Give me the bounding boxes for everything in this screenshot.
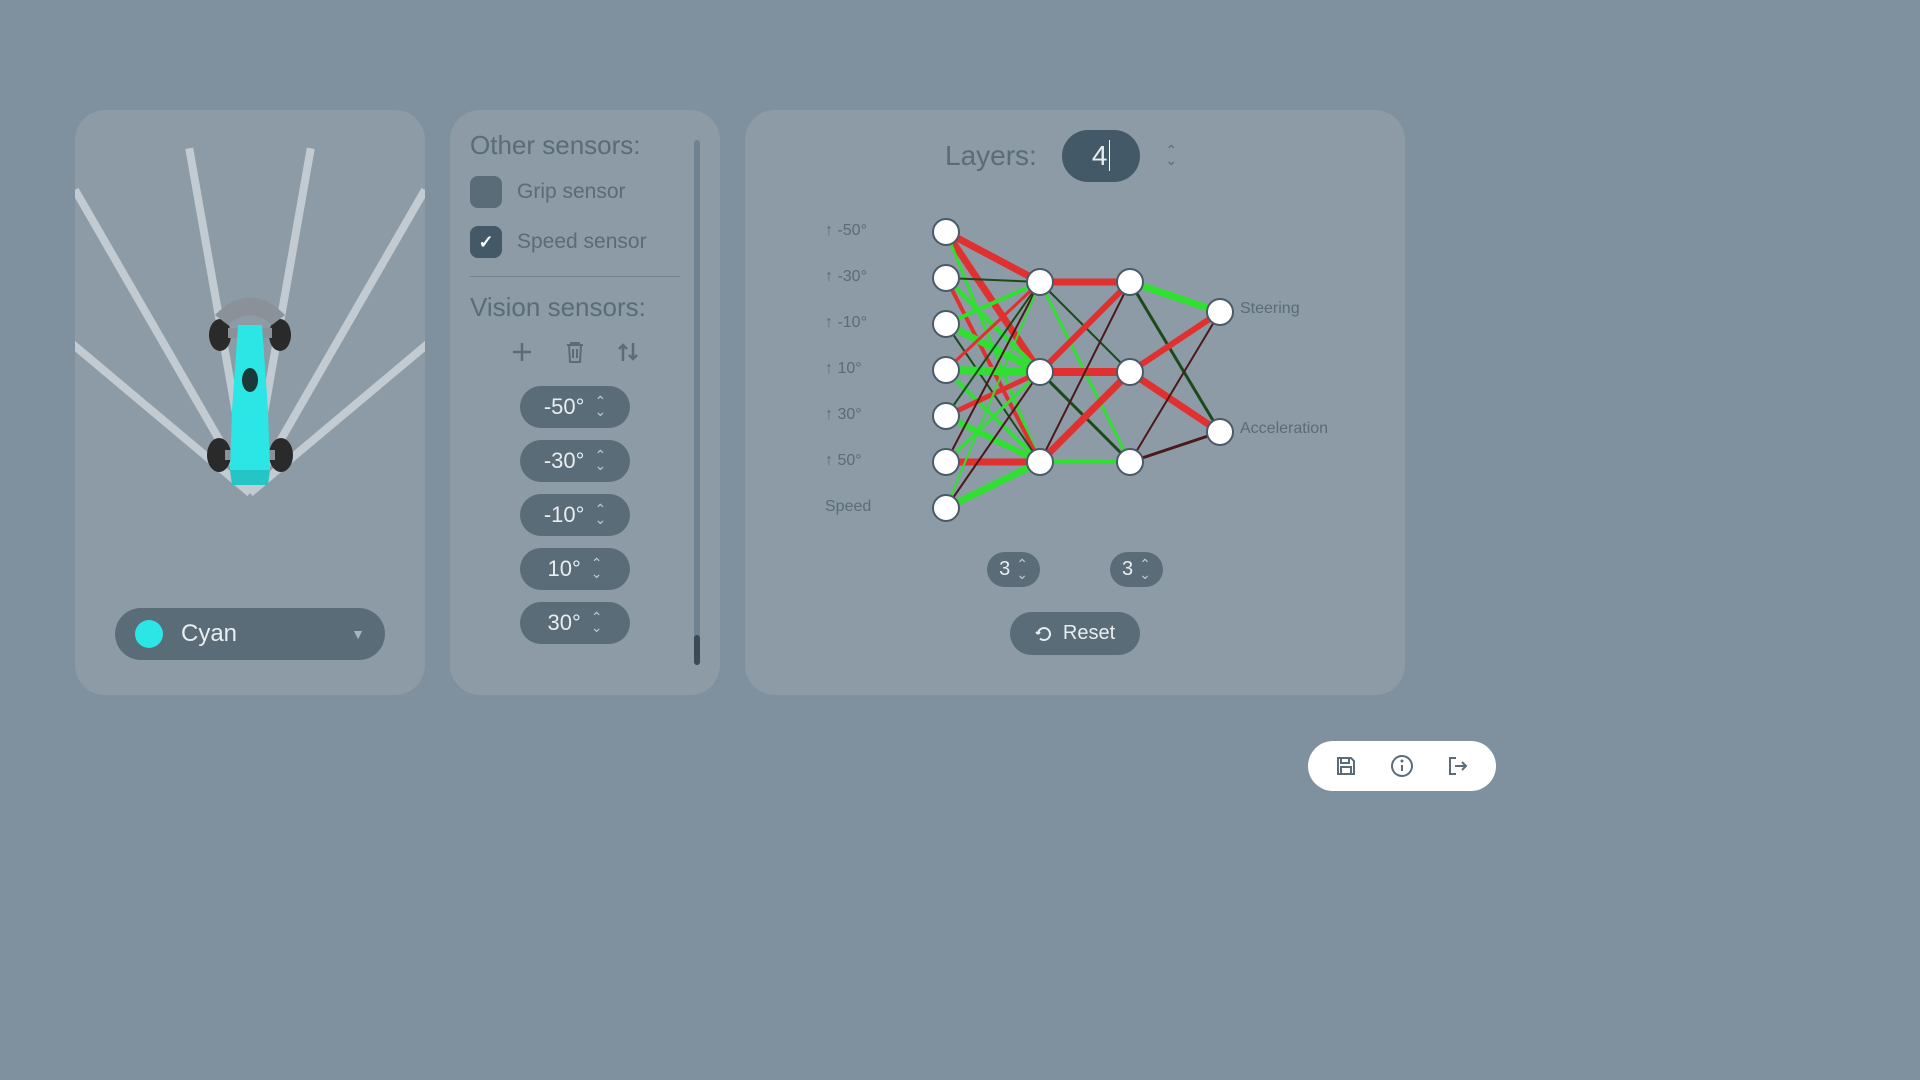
layers-stepper[interactable]: ⌃⌄ [1165,146,1177,166]
car-icon [200,280,300,490]
reset-icon [1035,625,1053,643]
stepper-arrows-icon: ⌃⌄ [591,613,603,633]
scrollbar-thumb[interactable] [694,635,700,665]
network-node [932,264,960,292]
network-node [932,402,960,430]
color-swatch-icon [135,620,163,648]
grip-sensor-row[interactable]: Grip sensor [470,176,680,208]
network-node [932,356,960,384]
network-node [932,310,960,338]
scrollbar[interactable] [694,140,700,665]
network-node [932,218,960,246]
hidden-layer-count-1[interactable]: 3 ⌃⌄ [987,552,1040,587]
stepper-arrows-icon: ⌃⌄ [594,451,606,471]
network-node [1026,268,1054,296]
check-icon: ✓ [478,232,493,253]
angle-stepper[interactable]: -50° ⌃⌄ [520,386,630,428]
sort-sensors-button[interactable] [614,338,642,366]
angle-stepper[interactable]: 30° ⌃⌄ [520,602,630,644]
stepper-arrows-icon: ⌃⌄ [1139,560,1151,580]
network-node [932,494,960,522]
sensors-panel: Other sensors: Grip sensor ✓ Speed senso… [450,110,720,695]
network-edges [765,212,1385,542]
network-node [932,448,960,476]
chevron-down-icon: ▼ [351,626,365,642]
divider [470,276,680,277]
delete-sensor-button[interactable] [561,338,589,366]
color-selector[interactable]: Cyan ▼ [115,608,385,660]
angle-stepper[interactable]: -30° ⌃⌄ [520,440,630,482]
save-button[interactable] [1333,753,1359,779]
speed-sensor-row[interactable]: ✓ Speed sensor [470,226,680,258]
network-visualization: ↑ -50° ↑ -30° ↑ -10° ↑ 10° ↑ 30° ↑ 50° S… [765,212,1385,542]
add-sensor-button[interactable] [508,338,536,366]
network-panel: Layers: 4 ⌃⌄ ↑ -50° ↑ -30° ↑ -10° ↑ 10° … [745,110,1405,695]
hidden-layer-count-2[interactable]: 3 ⌃⌄ [1110,552,1163,587]
network-node [1206,298,1234,326]
angle-stepper[interactable]: 10° ⌃⌄ [520,548,630,590]
vision-sensors-title: Vision sensors: [470,292,680,323]
info-button[interactable] [1389,753,1415,779]
other-sensors-title: Other sensors: [470,130,680,161]
speed-label: Speed sensor [517,230,647,254]
exit-button[interactable] [1445,753,1471,779]
network-node [1116,268,1144,296]
network-node [1206,418,1234,446]
layers-input[interactable]: 4 [1062,130,1141,182]
color-label: Cyan [181,620,333,648]
network-node [1116,358,1144,386]
grip-checkbox[interactable] [470,176,502,208]
network-node [1026,358,1054,386]
car-preview-panel: Cyan ▼ [75,110,425,695]
grip-label: Grip sensor [517,180,626,204]
angle-stepper[interactable]: -10° ⌃⌄ [520,494,630,536]
layers-label: Layers: [945,140,1037,172]
stepper-arrows-icon: ⌃⌄ [591,559,603,579]
speed-checkbox[interactable]: ✓ [470,226,502,258]
reset-label: Reset [1063,622,1115,645]
network-node [1116,448,1144,476]
stepper-arrows-icon: ⌃⌄ [1016,560,1028,580]
network-node [1026,448,1054,476]
floating-toolbar [1308,741,1496,791]
reset-button[interactable]: Reset [1010,612,1140,655]
stepper-arrows-icon: ⌃⌄ [594,397,606,417]
car-visual [95,130,405,608]
stepper-arrows-icon: ⌃⌄ [594,505,606,525]
